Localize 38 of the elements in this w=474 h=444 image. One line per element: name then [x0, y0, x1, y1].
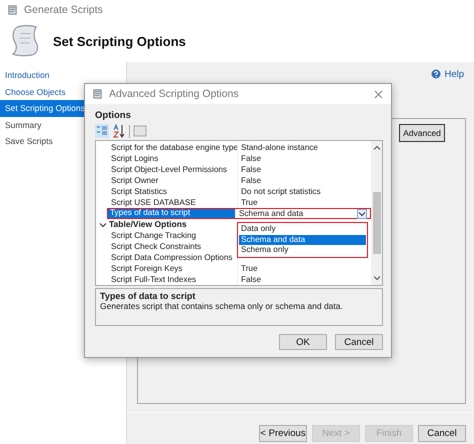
help-icon: [431, 69, 442, 79]
chevron-icon[interactable]: [98, 220, 106, 228]
dropdown-option[interactable]: Schema and data: [239, 234, 366, 246]
description-text: Generates script that contains schema only or schema and data.: [100, 301, 344, 311]
chevron-icon: [357, 208, 367, 218]
value-combobox[interactable]: Schema and data: [235, 209, 370, 218]
scroll-down-icon[interactable]: [372, 274, 380, 282]
property-name[interactable]: Script USE DATABASE: [109, 197, 237, 208]
nav-item[interactable]: Introduction: [0, 67, 126, 84]
scrollbar[interactable]: [371, 141, 382, 285]
category-label: Table/View Options: [109, 219, 187, 230]
dialog-button[interactable]: OK: [279, 334, 327, 350]
property-name[interactable]: Script for the database engine type: [109, 142, 237, 153]
property-name[interactable]: Script Full-Text Indexes: [109, 274, 237, 285]
page-title: Set Scripting Options: [53, 34, 186, 48]
property-name[interactable]: Script Object-Level Permissions: [109, 164, 237, 175]
property-name[interactable]: Script Logins: [109, 153, 237, 164]
property-name[interactable]: Script Data Compression Options: [109, 252, 237, 263]
property-name[interactable]: Types of data to script: [108, 209, 235, 218]
advanced-button[interactable]: Advanced: [399, 124, 445, 142]
scroll-up-icon[interactable]: [372, 144, 380, 152]
dropdown-option[interactable]: Schema only: [239, 245, 366, 256]
help-link[interactable]: Help: [431, 66, 464, 82]
wizard-button[interactable]: Cancel: [418, 425, 466, 442]
categorized-icon[interactable]: [95, 124, 109, 138]
dialog-button[interactable]: Cancel: [335, 334, 383, 350]
dropdown-option[interactable]: Data only: [239, 224, 366, 235]
close-icon[interactable]: [374, 90, 383, 98]
window-title: Generate Scripts: [24, 4, 103, 16]
description-title: Types of data to script: [100, 291, 196, 301]
property-name[interactable]: Script Statistics: [109, 186, 237, 197]
sort-az-icon[interactable]: [112, 124, 126, 138]
dialog-title: Advanced Scripting Options: [109, 88, 239, 100]
property-name[interactable]: Script Owner: [109, 175, 237, 186]
property-name[interactable]: Script Foreign Keys: [109, 263, 237, 274]
property-name[interactable]: Script Check Constraints: [109, 241, 237, 252]
property-name[interactable]: Script Change Tracking: [109, 230, 237, 241]
wizard-button[interactable]: < Previous: [259, 425, 307, 442]
